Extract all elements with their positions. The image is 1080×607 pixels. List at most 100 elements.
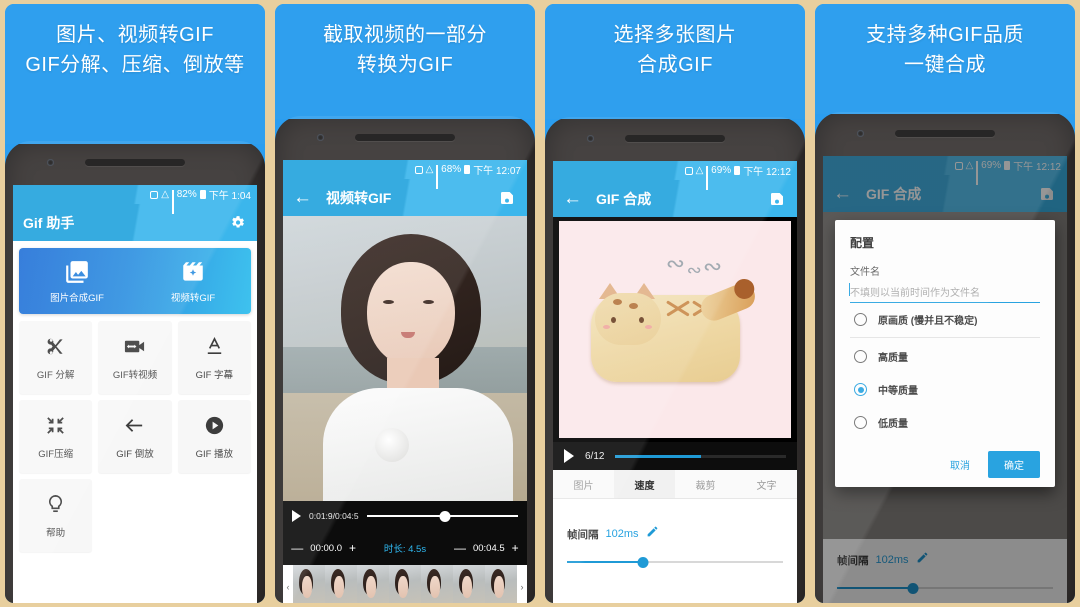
phone-screen: △ 68% 下午 12:07 ← 视频转GIF 0:01:9/0:04:5 — …: [283, 160, 527, 603]
front-camera-icon: [857, 130, 864, 137]
app-title: GIF 合成: [596, 190, 652, 207]
headline-line: 一键合成: [904, 54, 986, 76]
phone-frame: △ 82% 下午 1:04 Gif 助手 图片合成GIF 视频转GIF GIF …: [5, 141, 265, 603]
filmstrip-frame[interactable]: [389, 565, 421, 603]
dialog-title: 配置: [850, 236, 875, 250]
filename-input[interactable]: 不填则以当前时间作为文件名: [849, 283, 1040, 303]
tile-label: GIF 字幕: [195, 369, 234, 381]
tile-label: 帮助: [46, 527, 66, 539]
tab-text[interactable]: 文字: [736, 470, 797, 498]
video-play-controls: 0:01:9/0:04:5: [283, 501, 527, 531]
battery-percent: 69%: [711, 165, 732, 176]
trim-controls: — 00:00.0 + 时长: 4.5s — 00:04.5 +: [283, 531, 527, 565]
tile-label: GIF 分解: [36, 369, 75, 381]
tile-label: GIF 倒放: [116, 448, 154, 460]
trim-end-plus-button[interactable]: +: [512, 541, 519, 555]
hero-row: 图片合成GIF 视频转GIF: [19, 248, 251, 314]
tab-speed[interactable]: 速度: [614, 470, 675, 498]
filmstrip-frame[interactable]: [453, 565, 485, 603]
trim-start-group: — 00:00.0 +: [283, 541, 364, 555]
filmstrip-frame[interactable]: [325, 565, 357, 603]
filmstrip-frame[interactable]: [293, 565, 325, 603]
filmstrip-next-icon[interactable]: ›: [517, 582, 527, 592]
compress-arrows-icon: [47, 416, 64, 434]
gif-progress-bar[interactable]: [615, 454, 786, 458]
play-icon[interactable]: [564, 449, 574, 463]
dialog-actions: 取消 确定: [850, 451, 1040, 478]
tile-gif-subtitle[interactable]: GIF 字幕: [177, 321, 251, 394]
confirm-button[interactable]: 确定: [988, 451, 1040, 478]
app-bar: ← 视频转GIF: [283, 179, 527, 216]
headline-4: 支持多种GIF品质 一键合成: [815, 4, 1075, 114]
phone-frame: △ 69% 下午 12:12 ← GIF 合成 帧间隔 102ms 配置 文件名…: [815, 112, 1075, 603]
option-label: 原画质 (慢并且不稳定): [878, 316, 978, 327]
hero-item-images-to-gif[interactable]: 图片合成GIF: [19, 248, 135, 314]
phone-frame: △ 68% 下午 12:07 ← 视频转GIF 0:01:9/0:04:5 — …: [275, 116, 535, 603]
tile-gif-split[interactable]: GIF 分解: [19, 321, 93, 394]
play-circle-icon: [205, 416, 223, 434]
frame-interval-label: 帧间隔: [567, 528, 599, 541]
frame-filmstrip[interactable]: ‹ ›: [283, 565, 527, 603]
option-high-quality[interactable]: 高质量: [850, 340, 1040, 373]
trim-start-plus-button[interactable]: +: [349, 541, 356, 555]
save-disk-icon[interactable]: [497, 188, 517, 208]
hero-item-video-to-gif[interactable]: 视频转GIF: [135, 248, 251, 314]
gif-preview[interactable]: ∾ ∾ ∾: [553, 217, 797, 442]
tile-gif-reverse[interactable]: GIF 倒放: [98, 400, 172, 473]
video-seek-slider[interactable]: [366, 510, 518, 522]
filename-label: 文件名: [850, 267, 880, 278]
option-label: 高质量: [878, 353, 908, 364]
filmstrip-frame[interactable]: [357, 565, 389, 603]
video-preview[interactable]: [283, 216, 527, 501]
save-disk-icon[interactable]: [767, 189, 787, 209]
play-icon[interactable]: [292, 510, 301, 522]
tile-gif-to-video[interactable]: GIF转视频: [98, 321, 172, 394]
option-medium-quality[interactable]: 中等质量: [850, 373, 1040, 406]
gear-icon[interactable]: [227, 213, 247, 233]
filmstrip-frame[interactable]: [485, 565, 517, 603]
app-bar: Gif 助手: [13, 204, 257, 241]
slider-knob[interactable]: [637, 556, 649, 568]
pencil-icon[interactable]: [646, 525, 659, 543]
filmstrip-frame[interactable]: [421, 565, 453, 603]
earpiece-speaker: [625, 135, 725, 142]
option-original-quality[interactable]: 原画质 (慢并且不稳定): [850, 303, 1040, 336]
clock-text: 下午 1:04: [208, 191, 251, 202]
cancel-button[interactable]: 取消: [942, 452, 978, 477]
front-camera-icon: [317, 134, 324, 141]
headline-line: 截取视频的一部分: [323, 24, 487, 46]
tile-help[interactable]: 帮助: [19, 479, 93, 552]
radio-button[interactable]: [854, 416, 867, 429]
back-arrow-icon[interactable]: ←: [563, 189, 582, 208]
filmstrip-prev-icon[interactable]: ‹: [283, 582, 293, 592]
frame-interval-slider[interactable]: [567, 555, 783, 569]
panel-video-to-gif: 截取视频的一部分 转换为GIF △ 68% 下午 12:07 ← 视频转GIF: [270, 0, 540, 607]
trim-end-minus-button[interactable]: —: [454, 541, 466, 555]
movie-sparkle-icon: [183, 261, 203, 281]
front-camera-icon: [47, 159, 54, 166]
radio-button[interactable]: [854, 313, 867, 326]
seek-knob[interactable]: [439, 510, 451, 522]
app-bar: ← GIF 合成: [553, 180, 797, 217]
trim-start-minus-button[interactable]: —: [291, 541, 303, 555]
headline-line: 支持多种GIF品质: [866, 24, 1024, 46]
signal-icon: [171, 190, 174, 214]
back-arrow-icon[interactable]: ←: [293, 188, 312, 207]
wifi-icon: △: [425, 163, 434, 175]
config-dialog: 配置 文件名 不填则以当前时间作为文件名 原画质 (慢并且不稳定) 高质量 中等…: [835, 220, 1055, 487]
headline-1: 图片、视频转GIF GIF分解、压缩、倒放等: [5, 4, 265, 144]
tab-crop[interactable]: 裁剪: [675, 470, 736, 498]
radio-button[interactable]: [854, 383, 867, 396]
earpiece-speaker: [85, 159, 185, 166]
radio-button[interactable]: [854, 350, 867, 363]
status-bar: △ 82% 下午 1:04: [13, 185, 257, 214]
headline-line: 图片、视频转GIF: [56, 24, 214, 46]
tile-gif-compress[interactable]: GIF压缩: [19, 400, 93, 473]
tab-images[interactable]: 图片: [553, 470, 614, 498]
steam-curl: ∾: [686, 260, 702, 282]
trim-end-group: — 00:04.5 +: [446, 541, 527, 555]
panel-quality-dialog: 支持多种GIF品质 一键合成 △ 69% 下午 12:12 ← GIF 合成 帧…: [810, 0, 1080, 607]
option-low-quality[interactable]: 低质量: [850, 406, 1040, 439]
tile-gif-play[interactable]: GIF 播放: [177, 400, 251, 473]
clock-text: 下午 12:12: [743, 167, 791, 178]
